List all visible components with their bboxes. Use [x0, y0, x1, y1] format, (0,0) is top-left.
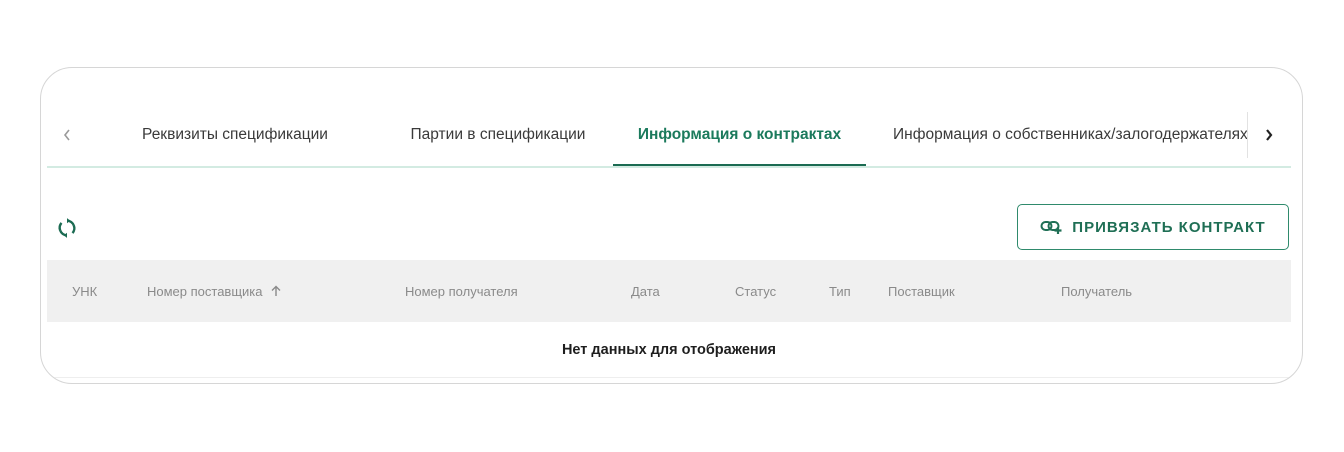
tab-label: Реквизиты спецификации	[142, 126, 328, 143]
tab-owners-info[interactable]: Информация о собственниках/залогодержате…	[893, 104, 1247, 166]
refresh-icon	[58, 218, 76, 238]
link-contract-button[interactable]: ПРИВЯЗАТЬ КОНТРАКТ	[1017, 204, 1289, 250]
tab-label: Информация о контрактах	[637, 126, 842, 143]
tab-label: Информация о собственниках/залогодержате…	[893, 126, 1247, 143]
chevron-left-icon	[63, 129, 70, 141]
column-label: Дата	[631, 283, 660, 299]
column-label: Получатель	[1061, 283, 1133, 299]
empty-table-message: Нет данных для отображения	[47, 322, 1291, 378]
column-header-supplier-number[interactable]: Номер поставщика	[147, 260, 283, 322]
column-label: УНК	[72, 283, 98, 299]
chevron-right-icon	[1266, 129, 1273, 141]
tab-specification-details[interactable]: Реквизиты спецификации	[113, 104, 357, 166]
arrow-up-icon	[271, 285, 281, 296]
column-label: Поставщик	[888, 283, 955, 299]
tab-label: Партии в спецификации	[410, 126, 586, 143]
column-label: Статус	[735, 283, 777, 299]
tab-strip: Реквизиты спецификации Партии в специфик…	[87, 104, 1247, 166]
table-header: УНК Номер поставщика Номер получателя Да…	[47, 260, 1291, 322]
column-label: Номер получателя	[405, 283, 518, 299]
column-header-status[interactable]: Статус	[735, 260, 776, 322]
tab-bar: Реквизиты спецификации Партии в специфик…	[47, 104, 1291, 168]
column-header-date[interactable]: Дата	[631, 260, 660, 322]
column-header-supplier[interactable]: Поставщик	[888, 260, 955, 322]
tab-contracts-info[interactable]: Информация о контрактах	[613, 104, 866, 166]
tabs-divider	[47, 166, 1291, 168]
contracts-panel: Реквизиты спецификации Партии в специфик…	[40, 67, 1303, 384]
link-contract-label: ПРИВЯЗАТЬ КОНТРАКТ	[1072, 218, 1266, 236]
column-header-type[interactable]: Тип	[829, 260, 851, 322]
column-label: Тип	[829, 283, 851, 299]
column-header-recipient-number[interactable]: Номер получателя	[405, 260, 518, 322]
tabs-scroll-right-button[interactable]	[1247, 104, 1291, 166]
tab-specification-batches[interactable]: Партии в спецификации	[385, 104, 611, 166]
column-header-recipient[interactable]: Получатель	[1061, 260, 1132, 322]
column-label: Номер поставщика	[147, 283, 263, 299]
refresh-button[interactable]	[52, 213, 82, 243]
column-header-unk[interactable]: УНК	[72, 260, 97, 322]
tabs-scroll-left-button[interactable]	[47, 104, 87, 166]
empty-text: Нет данных для отображения	[561, 341, 777, 358]
link-add-icon	[1040, 221, 1062, 234]
